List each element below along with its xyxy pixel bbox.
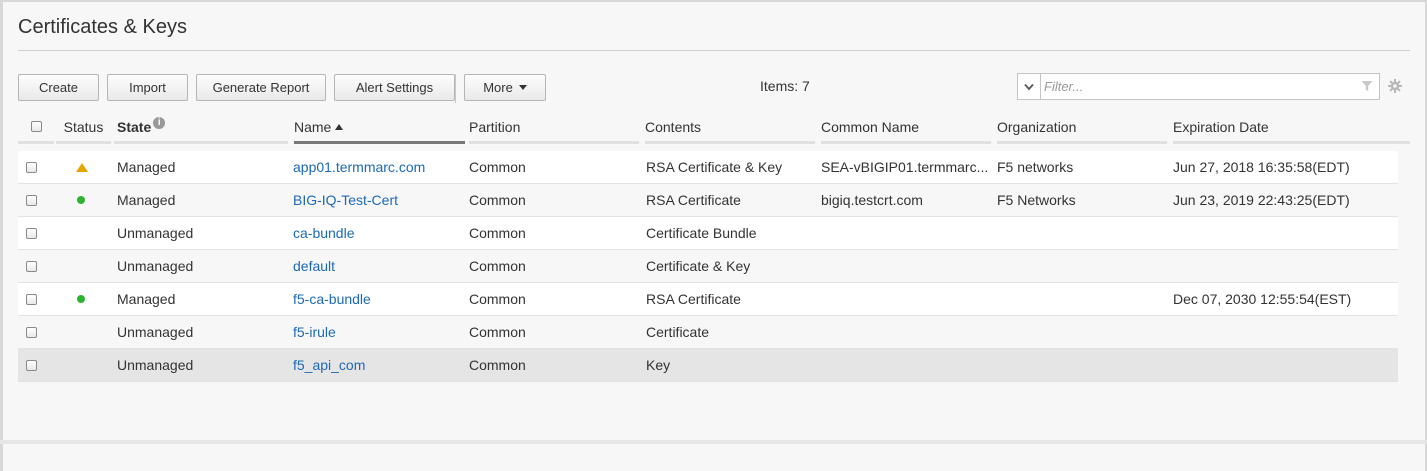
partition-cell: Common [469, 357, 526, 373]
state-cell: Managed [117, 291, 176, 307]
row-checkbox[interactable] [26, 161, 37, 173]
header-select-all [18, 112, 54, 144]
green-dot-icon [77, 295, 85, 303]
alert-settings-button[interactable]: Alert Settings [334, 74, 455, 101]
grid-header: Status State i Name Partition Contents C… [18, 112, 1410, 144]
filter-input[interactable] [1042, 75, 1356, 98]
contents-cell: Certificate & Key [646, 258, 751, 274]
title-divider [18, 50, 1410, 51]
import-button[interactable]: Import [107, 74, 188, 101]
column-header-contents[interactable]: Contents [645, 112, 815, 144]
contents-cell: RSA Certificate & Key [646, 159, 783, 175]
info-icon[interactable]: i [153, 116, 166, 129]
table-row[interactable]: Unmanaged f5_api_com Common Key [18, 349, 1398, 382]
items-count: Items: 7 [760, 78, 810, 94]
panel-bottom-edge [0, 440, 1427, 444]
common-name-cell: bigiq.testcrt.com [821, 192, 923, 208]
frame-left-border [0, 0, 3, 471]
page-title: Certificates & Keys [18, 16, 187, 38]
toolbar-separator [455, 74, 456, 103]
column-header-common-name[interactable]: Common Name [821, 112, 991, 144]
certificate-name-link[interactable]: f5-ca-bundle [293, 283, 371, 315]
table-row[interactable]: Unmanaged ca-bundle Common Certificate B… [18, 217, 1398, 250]
frame-top-border [0, 0, 1427, 2]
contents-cell: Certificate Bundle [646, 225, 757, 241]
more-button[interactable]: More [464, 74, 546, 101]
partition-cell: Common [469, 258, 526, 274]
row-checkbox[interactable] [26, 194, 37, 206]
state-cell: Unmanaged [117, 225, 194, 241]
partition-cell: Common [469, 324, 526, 340]
table-row[interactable]: Unmanaged f5-irule Common Certificate [18, 316, 1398, 349]
row-checkbox[interactable] [26, 359, 37, 371]
state-cell: Unmanaged [117, 357, 194, 373]
certificate-name-link[interactable]: f5_api_com [293, 349, 365, 381]
row-checkbox[interactable] [26, 326, 37, 338]
expiration-cell: Jun 23, 2019 22:43:25(EDT) [1173, 192, 1350, 208]
common-name-cell: SEA-vBIGIP01.termmarc... [821, 159, 989, 175]
expiration-cell: Dec 07, 2030 12:55:54(EST) [1173, 291, 1352, 307]
table-row[interactable]: Managed f5-ca-bundle Common RSA Certific… [18, 283, 1398, 316]
column-header-state-label: State [117, 118, 152, 135]
generate-report-button[interactable]: Generate Report [196, 74, 326, 101]
state-cell: Managed [117, 159, 176, 175]
column-header-name-label: Name [294, 118, 332, 135]
filter-box [1017, 73, 1380, 100]
gear-icon[interactable] [1388, 79, 1402, 93]
column-header-organization[interactable]: Organization [997, 112, 1167, 144]
certificate-name-link[interactable]: app01.termmarc.com [293, 151, 425, 183]
row-checkbox[interactable] [26, 227, 37, 239]
sort-ascending-icon [335, 123, 344, 130]
partition-cell: Common [469, 225, 526, 241]
row-checkbox[interactable] [26, 293, 37, 305]
column-header-state[interactable]: State i [114, 112, 288, 144]
state-cell: Managed [117, 192, 176, 208]
caret-down-icon [518, 85, 527, 90]
contents-cell: Key [646, 357, 671, 373]
chevron-down-icon[interactable] [1018, 74, 1041, 99]
create-button[interactable]: Create [18, 74, 99, 101]
partition-cell: Common [469, 159, 526, 175]
partition-cell: Common [469, 291, 526, 307]
select-all-checkbox[interactable] [30, 121, 42, 132]
row-checkbox[interactable] [26, 260, 37, 272]
table-row[interactable]: Unmanaged default Common Certificate & K… [18, 250, 1398, 283]
certificate-name-link[interactable]: default [293, 250, 335, 282]
column-header-status[interactable]: Status [56, 112, 111, 144]
contents-cell: RSA Certificate [646, 192, 741, 208]
table-row[interactable]: Managed BIG-IQ-Test-Cert Common RSA Cert… [18, 184, 1398, 217]
column-header-name[interactable]: Name [294, 112, 465, 144]
column-header-expiration[interactable]: Expiration Date [1173, 112, 1410, 144]
organization-cell: F5 Networks [997, 192, 1076, 208]
partition-cell: Common [469, 192, 526, 208]
warning-triangle-icon [76, 162, 88, 172]
state-cell: Unmanaged [117, 258, 194, 274]
contents-cell: RSA Certificate [646, 291, 741, 307]
more-button-label: More [483, 80, 513, 95]
certificate-name-link[interactable]: f5-irule [293, 316, 336, 348]
column-header-partition[interactable]: Partition [469, 112, 639, 144]
state-cell: Unmanaged [117, 324, 194, 340]
certificate-name-link[interactable]: BIG-IQ-Test-Cert [293, 184, 398, 216]
organization-cell: F5 networks [997, 159, 1074, 175]
table-row[interactable]: Managed app01.termmarc.com Common RSA Ce… [18, 151, 1398, 184]
funnel-icon[interactable] [1361, 80, 1373, 92]
contents-cell: Certificate [646, 324, 710, 340]
certificate-name-link[interactable]: ca-bundle [293, 217, 355, 249]
green-dot-icon [77, 196, 85, 204]
expiration-cell: Jun 27, 2018 16:35:58(EDT) [1173, 159, 1350, 175]
